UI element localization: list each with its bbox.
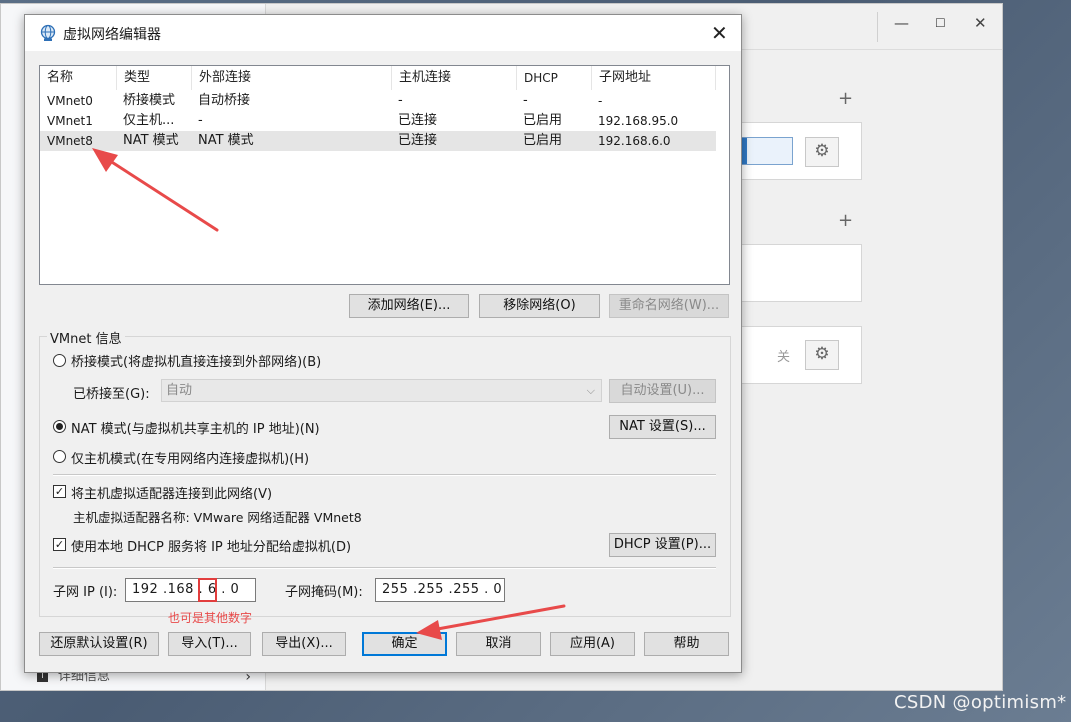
host-only-mode-label[interactable]: 仅主机模式(在专用网络内连接虚拟机)(H)	[71, 448, 309, 467]
cell-type: NAT 模式	[123, 133, 179, 148]
network-list[interactable]: 名称 类型 外部连接 主机连接 DHCP 子网地址 VMnet0 桥接模式 自动…	[39, 65, 730, 285]
subnet-mask-input[interactable]: 255 .255 .255 . 0	[375, 578, 505, 602]
table-row[interactable]: VMnet0 桥接模式 自动桥接 - - -	[40, 91, 716, 111]
rename-network-button[interactable]: 重命名网络(W)...	[609, 294, 729, 318]
title-bar-divider	[877, 12, 878, 42]
virtual-network-editor-dialog: 虚拟网络编辑器 ✕ 名称 类型 外部连接 主机连接 DHCP 子网地址 VMne…	[24, 14, 742, 673]
cell-external: NAT 模式	[198, 133, 254, 148]
dialog-title: 虚拟网络编辑器	[63, 27, 161, 43]
bridged-mode-label[interactable]: 桥接模式(将虚拟机直接连接到外部网络)(B)	[71, 351, 321, 370]
cell-dhcp: -	[523, 93, 528, 108]
minimize-icon[interactable]: —	[894, 14, 909, 32]
blue-input-field[interactable]	[740, 137, 793, 165]
ok-button[interactable]: 确定	[362, 632, 447, 656]
dhcp-label[interactable]: 使用本地 DHCP 服务将 IP 地址分配给虚拟机(D)	[71, 536, 351, 555]
cell-type: 桥接模式	[123, 93, 176, 108]
gear-icon[interactable]: ⚙	[805, 340, 839, 370]
annotation-highlight-box	[198, 578, 217, 602]
cell-subnet: -	[598, 94, 603, 108]
annotation-note: 也可是其他数字	[168, 611, 253, 625]
cell-type: 仅主机...	[123, 113, 175, 128]
dhcp-checkbox[interactable]: ✓	[53, 538, 66, 551]
ip-octet: 0	[230, 582, 240, 597]
subnet-ip-input[interactable]: 192 .168 . 6 . 0	[125, 578, 256, 602]
connect-adapter-label[interactable]: 将主机虚拟适配器连接到此网络(V)	[71, 483, 272, 502]
cell-external: 自动桥接	[198, 93, 251, 108]
bridged-to-select[interactable]: 自动 ⌵	[161, 379, 602, 402]
cancel-button[interactable]: 取消	[456, 632, 541, 656]
settings-card	[740, 244, 862, 302]
apply-button[interactable]: 应用(A)	[550, 632, 635, 656]
table-row[interactable]: VMnet1 仅主机... - 已连接 已启用 192.168.95.0	[40, 111, 716, 131]
mask-octet: 255	[417, 582, 444, 597]
cell-name: VMnet0	[47, 94, 93, 108]
cell-dhcp: 已启用	[523, 133, 563, 148]
auto-settings-button[interactable]: 自动设置(U)...	[609, 379, 716, 403]
column-header-name[interactable]: 名称	[40, 66, 117, 90]
nat-mode-radio[interactable]	[53, 420, 66, 433]
cell-host: 已连接	[398, 113, 438, 128]
remove-network-button[interactable]: 移除网络(O)	[479, 294, 600, 318]
add-icon[interactable]: +	[838, 210, 853, 231]
column-header-external[interactable]: 外部连接	[192, 66, 392, 90]
cell-dhcp: 已启用	[523, 113, 563, 128]
ip-octet: 192	[132, 582, 159, 597]
close-icon[interactable]: ✕	[974, 14, 987, 32]
import-button[interactable]: 导入(T)...	[168, 632, 251, 656]
mask-octet: 0	[493, 582, 503, 597]
watermark-text: CSDN @optimism*	[894, 692, 1067, 713]
dialog-title-bar: 虚拟网络编辑器 ✕	[25, 15, 741, 51]
separator	[53, 474, 716, 476]
cell-host: -	[398, 93, 403, 108]
add-icon[interactable]: +	[838, 88, 853, 109]
cell-host: 已连接	[398, 133, 438, 148]
adapter-name-label: 主机虚拟适配器名称: VMware 网络适配器 VMnet8	[73, 510, 362, 525]
column-header-dhcp[interactable]: DHCP	[517, 66, 592, 90]
settings-card	[740, 326, 862, 384]
column-header-subnet[interactable]: 子网地址	[592, 66, 716, 90]
bridged-to-value: 自动	[166, 383, 193, 398]
chevron-down-icon: ⌵	[586, 384, 595, 397]
help-button[interactable]: 帮助	[644, 632, 729, 656]
cell-external: -	[198, 113, 203, 128]
table-row-selected[interactable]: VMnet8 NAT 模式 NAT 模式 已连接 已启用 192.168.6.0	[40, 131, 716, 151]
cell-subnet: 192.168.95.0	[598, 114, 679, 128]
column-header-type[interactable]: 类型	[117, 66, 192, 90]
export-button[interactable]: 导出(X)...	[262, 632, 346, 656]
vmnet-info-label: VMnet 信息	[47, 328, 125, 347]
cell-subnet: 192.168.6.0	[598, 134, 671, 148]
connect-adapter-checkbox[interactable]: ✓	[53, 485, 66, 498]
bridged-mode-radio[interactable]	[53, 354, 66, 367]
dhcp-settings-button[interactable]: DHCP 设置(P)...	[609, 533, 716, 557]
host-only-mode-radio[interactable]	[53, 450, 66, 463]
network-globe-icon	[40, 24, 56, 41]
nat-settings-button[interactable]: NAT 设置(S)...	[609, 415, 716, 439]
nat-mode-label[interactable]: NAT 模式(与虚拟机共享主机的 IP 地址)(N)	[71, 418, 320, 437]
ip-octet: 168	[167, 582, 194, 597]
add-network-button[interactable]: 添加网络(E)...	[349, 294, 469, 318]
mask-octet: 255	[382, 582, 409, 597]
mask-octet: 255	[453, 582, 480, 597]
separator	[53, 567, 716, 569]
subnet-ip-label: 子网 IP (I):	[53, 585, 118, 600]
cell-name: VMnet8	[47, 134, 93, 148]
bridged-to-label: 已桥接至(G):	[73, 387, 150, 402]
gear-icon[interactable]: ⚙	[805, 137, 839, 167]
close-icon[interactable]: ✕	[711, 21, 728, 45]
subnet-mask-label: 子网掩码(M):	[285, 585, 363, 600]
restore-defaults-button[interactable]: 还原默认设置(R)	[39, 632, 159, 656]
off-label: 关	[777, 350, 791, 365]
maximize-icon[interactable]: ☐	[935, 16, 946, 30]
cell-name: VMnet1	[47, 114, 93, 128]
column-header-host[interactable]: 主机连接	[392, 66, 517, 90]
